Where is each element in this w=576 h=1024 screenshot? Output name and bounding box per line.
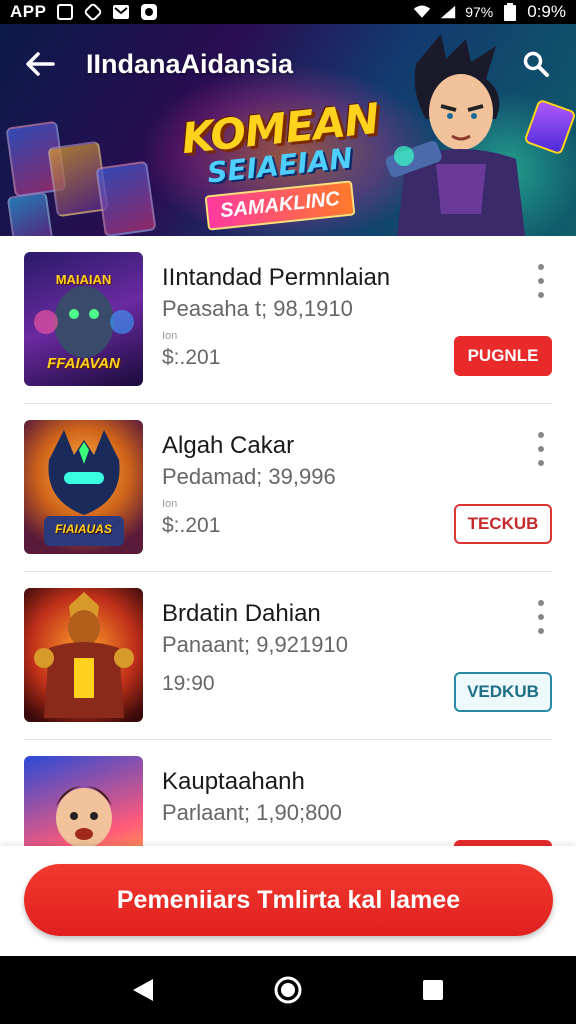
- thumb-character-art: [56, 786, 112, 846]
- item-price: 19:90: [162, 672, 215, 695]
- item-subtitle: Parlaant; 1,90;800: [162, 800, 342, 825]
- back-arrow-icon[interactable]: [20, 44, 60, 84]
- item-title: Kauptaahanh: [162, 768, 305, 795]
- mail-icon: [112, 3, 130, 21]
- thumb-label-bottom: FIAIAUAS: [55, 522, 112, 536]
- game-thumbnail[interactable]: [24, 588, 143, 722]
- item-tag: Ion: [162, 330, 178, 342]
- wifi-icon: [413, 3, 431, 21]
- status-time: 0:9%: [527, 2, 566, 21]
- game-list: MAIAIAN FFAIAVAN IIntandad Permnlaian Pe…: [0, 236, 576, 846]
- thumb-label-bottom: FFAIAVAN: [47, 355, 120, 372]
- battery-icon: [501, 3, 519, 21]
- game-thumbnail[interactable]: MAIAIAN FFAIAVAN: [24, 252, 143, 386]
- item-tag: Ion: [162, 498, 178, 510]
- app-screen: APP 97% 0:9% KOMEAN SEIAEIAN SAMAKLINC I…: [0, 0, 576, 1024]
- item-subtitle: Panaant; 9,921910: [162, 632, 348, 657]
- signal-icon: [439, 3, 457, 21]
- battery-percent: 97%: [465, 4, 494, 20]
- item-action-button[interactable]: VEDKUB: [454, 672, 552, 712]
- banner-logo: KOMEAN SEIAEIAN SAMAKLINC: [160, 94, 400, 234]
- primary-cta-button[interactable]: Pemeniiars Tmlirta kal lamee: [24, 864, 553, 936]
- status-bar: APP 97% 0:9%: [0, 0, 576, 24]
- item-subtitle: Pedamad; 39,996: [162, 464, 336, 489]
- item-price: $:.201: [162, 514, 221, 537]
- item-title: Algah Cakar: [162, 432, 295, 459]
- item-action-button[interactable]: PUGNLE: [454, 336, 552, 376]
- list-item[interactable]: FIAIAUAS Algah Cakar Pedamad; 39,996 Ion…: [24, 404, 552, 572]
- app-notification-icon: [140, 3, 158, 21]
- more-vertical-icon[interactable]: [536, 600, 546, 634]
- banner-card-tile: [95, 160, 157, 236]
- bottom-cta-area: Pemeniiars Tmlirta kal lamee: [0, 846, 576, 956]
- system-navigation-bar: [0, 956, 576, 1024]
- nav-home-icon[interactable]: [263, 965, 313, 1015]
- item-subtitle: Peasaha t; 98,1910: [162, 296, 353, 321]
- more-vertical-icon[interactable]: [536, 432, 546, 466]
- thumb-character-art: [34, 592, 134, 718]
- list-item[interactable]: Brdatin Dahian Panaant; 9,921910 19:90 V…: [24, 572, 552, 740]
- item-price: $:.201: [162, 346, 221, 369]
- banner-card-tile: [6, 191, 54, 236]
- item-title: Brdatin Dahian: [162, 600, 321, 627]
- list-item[interactable]: Kauptaahanh Parlaant; 1,90;800: [24, 740, 552, 846]
- banner-ribbon: SAMAKLINC: [204, 180, 356, 231]
- page-title: IIndanaAidansia: [86, 48, 294, 79]
- list-item[interactable]: MAIAIAN FFAIAVAN IIntandad Permnlaian Pe…: [24, 236, 552, 404]
- notification-icon: [56, 3, 74, 21]
- more-vertical-icon[interactable]: [536, 264, 546, 298]
- location-icon: [84, 3, 102, 21]
- search-icon[interactable]: [516, 44, 556, 84]
- item-title: IIntandad Permnlaian: [162, 264, 391, 291]
- top-navigation: IIndanaAidansia: [0, 24, 576, 104]
- nav-recents-icon[interactable]: [408, 965, 458, 1015]
- game-thumbnail[interactable]: [24, 756, 143, 846]
- status-app-name: APP: [10, 2, 47, 21]
- nav-back-icon[interactable]: [118, 965, 168, 1015]
- game-thumbnail[interactable]: FIAIAUAS: [24, 420, 143, 554]
- item-action-button[interactable]: TECKUB: [454, 504, 552, 544]
